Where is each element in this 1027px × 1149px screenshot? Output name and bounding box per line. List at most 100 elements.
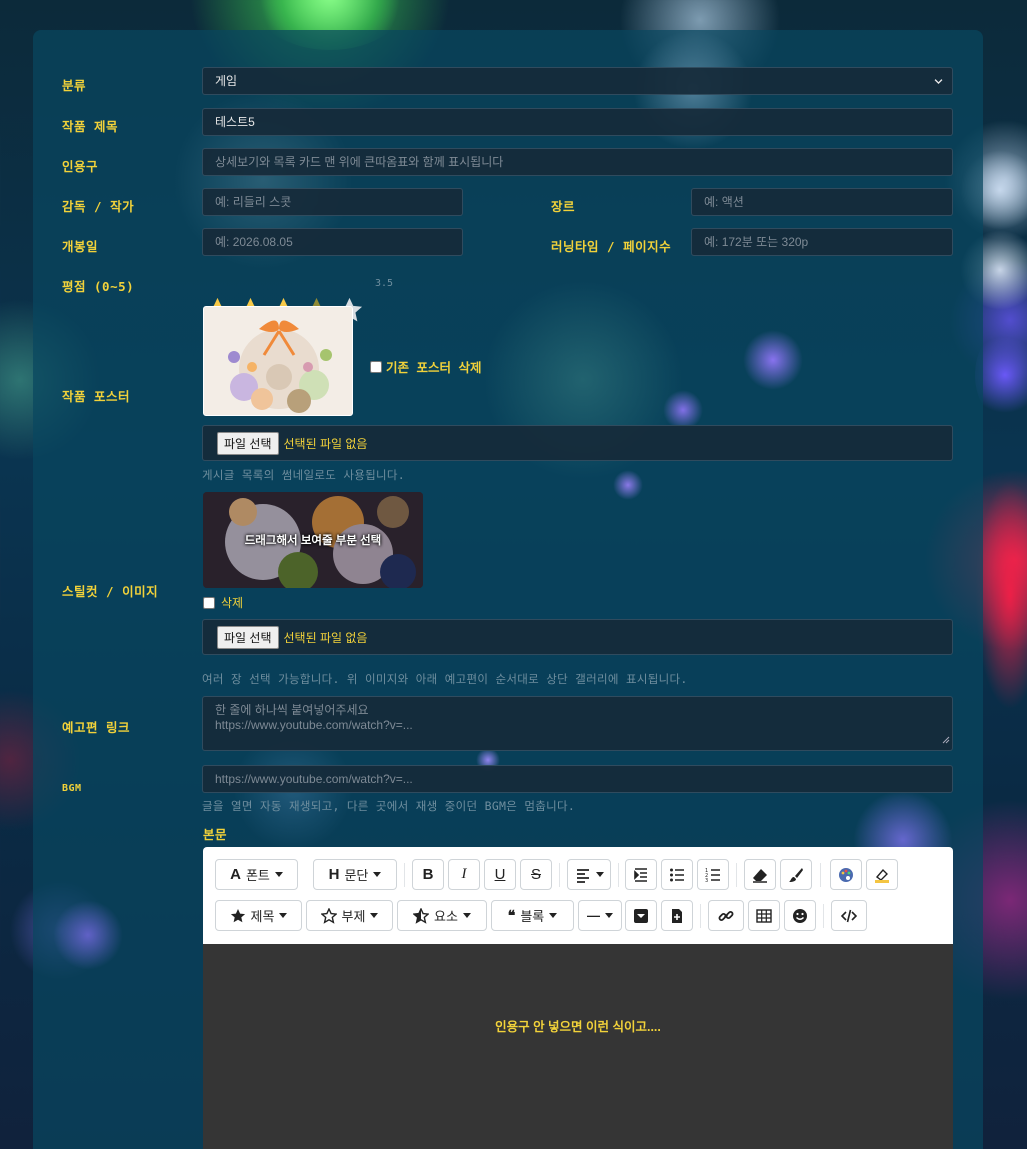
code-icon <box>841 908 857 924</box>
text-color-button[interactable] <box>830 859 862 890</box>
poster-delete-label: 기존 포스터 삭제 <box>386 360 482 375</box>
font-dropdown[interactable]: A 폰트 <box>215 859 298 890</box>
stills-label: 스틸컷 / 이미지 <box>62 584 159 599</box>
toolbar-divider <box>700 904 701 928</box>
bgm-label: BGM <box>62 783 82 794</box>
align-left-icon <box>575 867 591 883</box>
still-delete-label: 삭제 <box>221 596 244 610</box>
editor-content-area[interactable]: 인용구 안 넣으면 이런 식이고.... <box>203 944 953 1149</box>
source-code-button[interactable] <box>831 900 867 931</box>
title-input[interactable]: 테스트5 <box>202 108 953 136</box>
numbered-list-icon: 123 <box>705 867 721 883</box>
release-input[interactable]: 예: 2026.08.05 <box>202 228 463 256</box>
toolbar-divider <box>820 863 821 887</box>
highlighter-icon <box>874 867 890 883</box>
heading-icon: H <box>328 866 340 883</box>
still-delete-checkbox[interactable] <box>203 596 215 609</box>
body-label: 본문 <box>203 828 228 842</box>
trailer-textarea[interactable]: 한 줄에 하나씩 붙여넣어주세요 https://www.youtube.com… <box>202 696 953 751</box>
toolbar-divider <box>823 904 824 928</box>
caret-down-icon <box>274 872 283 877</box>
director-input[interactable]: 예: 리들리 스콧 <box>202 188 463 216</box>
chevron-down-icon <box>933 68 944 94</box>
block-dropdown[interactable]: ❝ 블록 <box>491 900 574 931</box>
caret-down-icon <box>462 913 471 918</box>
underline-button[interactable]: U <box>484 859 516 890</box>
bold-button[interactable]: B <box>412 859 444 890</box>
star-solid-icon <box>230 908 246 924</box>
element-dropdown-label: 요소 <box>434 909 458 924</box>
caret-down-icon <box>373 872 382 877</box>
caret-down-icon <box>549 913 558 918</box>
insert-file-button[interactable] <box>661 900 693 931</box>
genre-label: 장르 <box>551 199 576 214</box>
poster-delete-checkbox[interactable] <box>370 360 382 373</box>
strikethrough-button[interactable]: S <box>520 859 552 890</box>
poster-delete-option[interactable]: 기존 포스터 삭제 <box>370 357 482 376</box>
still-delete-option[interactable]: 삭제 <box>203 594 243 611</box>
rating-value: 3.5 <box>375 278 394 289</box>
clear-format-button[interactable] <box>744 859 776 890</box>
block-dropdown-label: 블록 <box>520 909 545 924</box>
bgm-input[interactable]: https://www.youtube.com/watch?v=... <box>202 765 953 793</box>
quote-label: 인용구 <box>62 159 99 174</box>
paragraph-dropdown[interactable]: H 문단 <box>313 859 397 890</box>
stills-file-status: 선택된 파일 없음 <box>283 630 368 645</box>
star-outline-icon <box>320 907 337 924</box>
fold-block-button[interactable] <box>625 900 657 931</box>
indent-icon <box>633 867 649 883</box>
runtime-input[interactable]: 예: 172분 또는 320p <box>691 228 953 256</box>
link-icon <box>718 908 734 924</box>
bullet-list-button[interactable] <box>661 859 693 890</box>
stills-hint: 여러 장 선택 가능합니다. 위 이미지와 아래 예고편이 순서대로 상단 갤러… <box>202 672 688 686</box>
caret-down-icon <box>370 913 379 918</box>
paint-brush-icon <box>788 867 804 883</box>
format-painter-button[interactable] <box>780 859 812 890</box>
emoji-button[interactable] <box>784 900 816 931</box>
stills-file-input[interactable]: 파일 선택 선택된 파일 없음 <box>202 619 953 655</box>
still-image-cropper[interactable]: 드래그해서 보여줄 부분 선택 <box>203 492 423 588</box>
editor-toolbar: A 폰트 H 문단 B I U S 123 제목 부제 요소 ❝ 블록 — <box>203 847 953 945</box>
stills-file-button[interactable]: 파일 선택 <box>217 625 279 649</box>
heading-style-dropdown[interactable]: 제목 <box>215 900 302 931</box>
bullet-list-icon <box>669 867 685 883</box>
font-dropdown-label: 폰트 <box>245 868 270 883</box>
highlight-color-button[interactable] <box>866 859 898 890</box>
quote-icon: ❝ <box>507 907 516 923</box>
poster-file-button[interactable]: 파일 선택 <box>217 431 279 455</box>
caret-down-icon <box>279 913 288 918</box>
poster-file-input[interactable]: 파일 선택 선택된 파일 없음 <box>202 425 953 461</box>
paragraph-dropdown-label: 문단 <box>344 868 369 883</box>
align-dropdown[interactable] <box>567 859 611 890</box>
trailer-placeholder-line2: https://www.youtube.com/watch?v=... <box>215 718 413 732</box>
numbered-list-button[interactable]: 123 <box>697 859 729 890</box>
toolbar-divider <box>404 863 405 887</box>
editor-body-text: 인용구 안 넣으면 이런 식이고.... <box>495 1020 661 1034</box>
file-plus-icon <box>669 908 685 924</box>
caret-down-icon <box>595 872 604 877</box>
subtitle-style-dropdown[interactable]: 부제 <box>306 900 393 931</box>
indent-button[interactable] <box>625 859 657 890</box>
caret-square-down-icon <box>633 908 649 924</box>
category-value: 게임 <box>215 74 238 88</box>
resize-handle-icon[interactable] <box>942 733 950 748</box>
smiley-icon <box>792 908 808 924</box>
genre-input[interactable]: 예: 액션 <box>691 188 953 216</box>
star-half-icon <box>413 907 430 924</box>
divider-dropdown[interactable]: — <box>578 900 622 931</box>
toolbar-divider <box>618 863 619 887</box>
trailer-label: 예고편 링크 <box>62 720 131 735</box>
italic-button[interactable]: I <box>448 859 480 890</box>
quote-input[interactable]: 상세보기와 목록 카드 맨 위에 큰따옴표와 함께 표시됩니다 <box>202 148 953 176</box>
link-button[interactable] <box>708 900 744 931</box>
toolbar-divider <box>736 863 737 887</box>
element-dropdown[interactable]: 요소 <box>397 900 487 931</box>
table-button[interactable] <box>748 900 780 931</box>
subtitle-style-label: 부제 <box>341 909 366 924</box>
palette-icon <box>838 867 854 883</box>
table-icon <box>756 908 772 924</box>
trailer-placeholder-line1: 한 줄에 하나씩 붙여넣어주세요 <box>215 703 369 717</box>
category-select[interactable]: 게임 <box>202 67 953 95</box>
poster-file-status: 선택된 파일 없음 <box>283 436 368 451</box>
release-label: 개봉일 <box>62 239 99 254</box>
